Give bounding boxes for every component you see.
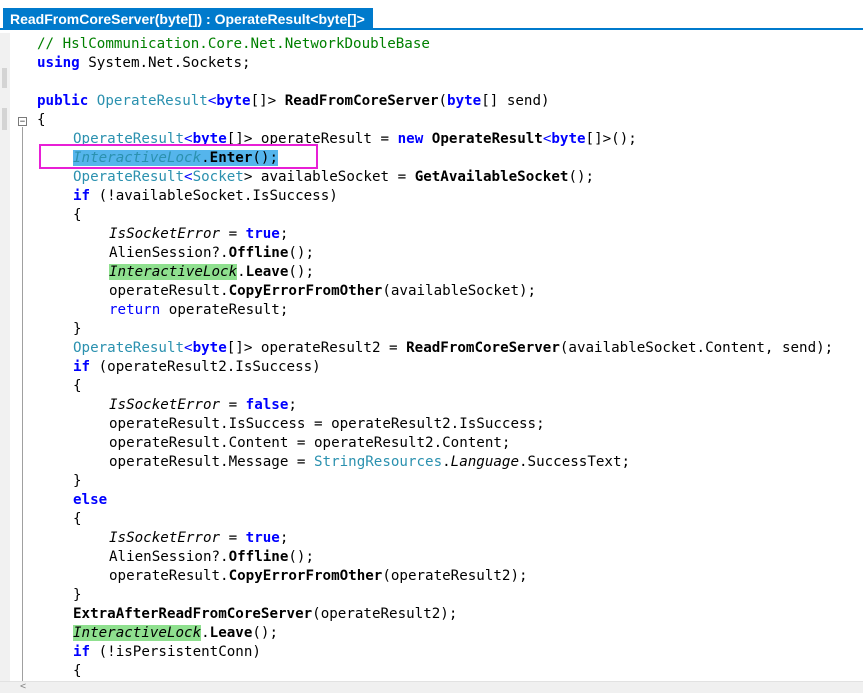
code-line-15: return operateResult;	[109, 302, 289, 318]
code-line-30: }	[73, 587, 82, 603]
code-line-17: OperateResult<byte[]> operateResult2 = R…	[73, 340, 834, 356]
change-marker	[2, 108, 7, 130]
code-line-4: public OperateResult<byte[]> ReadFromCor…	[37, 93, 550, 109]
code-line-27: IsSocketError = true;	[109, 530, 289, 546]
tab-title[interactable]: ReadFromCoreServer(byte[]) : OperateResu…	[3, 8, 373, 30]
code-line-32: InteractiveLock.Leave();	[73, 625, 279, 641]
code-line-24: }	[73, 473, 82, 489]
code-line-20: IsSocketError = false;	[109, 397, 297, 413]
code-line-12: AlienSession?.Offline();	[109, 245, 315, 261]
code-line-19: {	[73, 378, 82, 394]
scroll-left-arrow-icon[interactable]: <	[20, 682, 26, 692]
code-line-31: ExtraAfterReadFromCoreServer(operateResu…	[73, 606, 458, 622]
code-line-2: using System.Net.Sockets;	[37, 55, 251, 71]
code-line-9: if (!availableSocket.IsSuccess)	[73, 188, 338, 204]
code-line-11: IsSocketError = true;	[109, 226, 289, 242]
change-marker	[2, 68, 7, 88]
code-line-14: operateResult.CopyErrorFromOther(availab…	[109, 283, 537, 299]
collapse-minus-icon[interactable]: −	[18, 117, 27, 127]
tab-underline	[0, 28, 863, 30]
code-line-10: {	[73, 207, 82, 223]
reference-highlight: InteractiveLock	[73, 625, 202, 641]
code-line-21: operateResult.IsSuccess = operateResult2…	[109, 416, 545, 432]
fold-guide-line	[22, 127, 23, 683]
horizontal-scrollbar[interactable]: <	[0, 681, 863, 693]
code-line-28: AlienSession?.Offline();	[109, 549, 315, 565]
code-line-13: InteractiveLock.Leave();	[109, 264, 315, 280]
code-line-22: operateResult.Content = operateResult2.C…	[109, 435, 511, 451]
reference-highlight: InteractiveLock	[109, 264, 238, 280]
code-line-5: {	[37, 112, 46, 128]
code-line-33: if (!isPersistentConn)	[73, 644, 261, 660]
code-line-25: else	[73, 492, 108, 508]
code-line-1: // HslCommunication.Core.Net.NetworkDoub…	[37, 36, 430, 52]
code-line-23: operateResult.Message = StringResources.…	[109, 454, 631, 470]
annotation-highlight-box	[39, 144, 318, 169]
code-editor[interactable]: − // HslCommunication.Core.Net.NetworkDo…	[10, 33, 863, 683]
code-line-16: }	[73, 321, 82, 337]
code-line-29: operateResult.CopyErrorFromOther(operate…	[109, 568, 528, 584]
code-line-26: {	[73, 511, 82, 527]
editor-gutter	[0, 33, 10, 683]
code-line-18: if (operateResult2.IsSuccess)	[73, 359, 321, 375]
code-line-8: OperateResult<Socket> availableSocket = …	[73, 169, 595, 185]
code-line-34: {	[73, 663, 82, 679]
